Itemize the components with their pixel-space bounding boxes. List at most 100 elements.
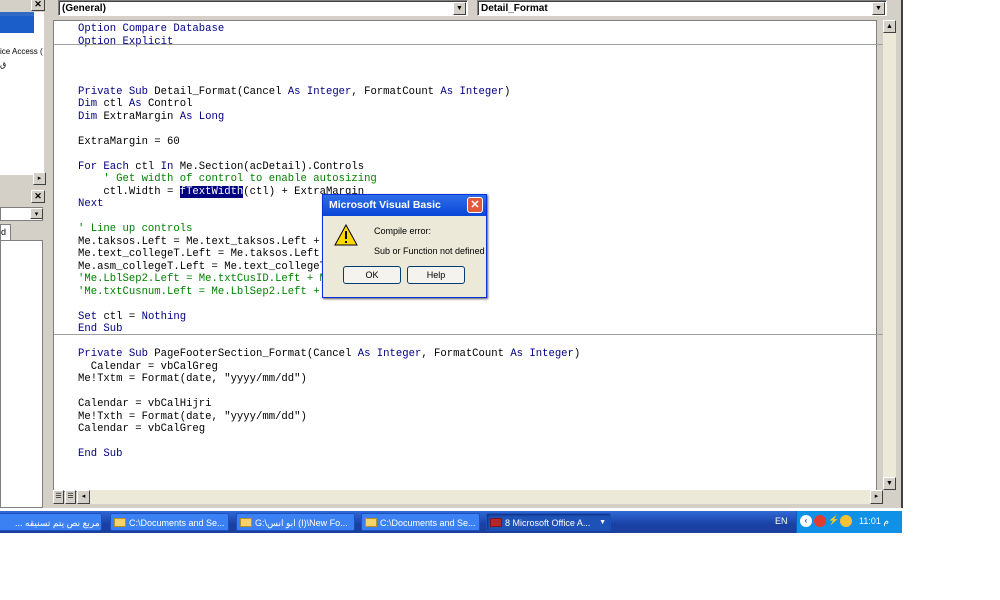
code-token: ctl [135,160,161,173]
procedure-separator [54,334,883,335]
code-token: ExtraMargin [103,110,180,123]
code-token: Next [78,198,104,210]
code-token: ExtraMargin = 60 [78,135,180,148]
code-token: ctl.Width = [78,185,180,198]
code-line[interactable]: Private Sub PageFooterSection_Format(Can… [78,348,580,361]
code-line[interactable]: Calendar = vbCalHijri [78,398,212,411]
code-line[interactable]: Me!Txth = Format(date, "yyyy/mm/dd") [78,411,307,424]
chevron-down-icon[interactable]: ▼ [872,2,885,15]
taskbar-item-access[interactable]: 8 Microsoft Office A... ▼ [486,513,611,531]
close-icon[interactable]: ✕ [31,0,45,11]
code-line[interactable]: Dim ctl As Control [78,98,192,111]
help-button[interactable]: Help [407,266,465,284]
back-arrow-icon[interactable]: ‹ [800,515,812,527]
code-token: Calendar = vbCalGreg [78,423,206,435]
code-token: Control [147,98,193,110]
code-line[interactable]: Calendar = vbCalGreg [78,423,205,436]
tree-item-office-access[interactable]: ice Access ( [0,47,43,56]
code-line[interactable]: Set ctl = Nothing [78,311,186,324]
code-token: Calendar = vbCalHijri [78,398,212,410]
code-line[interactable]: Me.taksos.Left = Me.text_taksos.Left + [78,236,320,249]
code-token: For Each [78,160,136,173]
code-token: 'Me.txtCusnum.Left = Me.LblSep2.Left + [78,285,320,298]
tab-alphabetic[interactable]: d [0,224,11,241]
code-token: Me.asm_collegeT.Left = Me.text_collegeT [78,260,326,273]
scroll-up-icon[interactable]: ▲ [883,20,896,33]
object-combo[interactable]: (General) ▼ [58,0,468,16]
code-token: Detail_Format(Cancel [154,85,288,98]
procedure-combo-value: Detail_Format [481,3,548,14]
scroll-right-icon[interactable]: ▸ [33,172,46,185]
chevron-down-icon[interactable]: ▾ [30,208,43,219]
code-token: Dim [78,98,104,110]
horizontal-scrollbar[interactable]: ◂ ▸ [77,490,883,504]
ok-button[interactable]: OK [343,266,401,284]
code-line[interactable]: Option Explicit [78,36,173,49]
warning-icon [334,224,358,246]
error-heading: Compile error: [374,226,432,236]
code-line[interactable]: Calendar = vbCalGreg [78,361,218,374]
code-token: 'Me.LblSep2.Left = Me.txtCusID.Left + M [78,273,326,285]
taskbar-item[interactable]: C:\Documents and Se... [361,513,480,531]
code-line[interactable]: For Each ctl In Me.Section(acDetail).Con… [78,161,364,174]
error-dialog: Microsoft Visual Basic ✕ Compile error: … [322,194,487,298]
security-icon[interactable] [814,515,826,527]
code-line[interactable]: ' Line up controls [78,223,192,236]
code-token: PageFooterSection_Format(Cancel [154,348,358,360]
code-token: Me.taksos.Left = Me.text_taksos.Left + [78,235,320,248]
scroll-right-icon[interactable]: ▸ [870,490,883,504]
close-icon[interactable]: ✕ [467,197,483,213]
access-icon [490,518,502,527]
code-token: Private Sub [78,348,155,360]
taskbar: ... مربع نص يتم تسنيقه C:\Documents and … [0,511,901,533]
code-token: ' Get width of control to enable autosiz… [78,173,377,185]
chevron-down-icon[interactable]: ▼ [599,514,606,530]
error-message: Sub or Function not defined [374,246,485,256]
code-line[interactable]: Dim ExtraMargin As Long [78,111,224,124]
code-line[interactable]: ExtraMargin = 60 [78,136,180,149]
scroll-left-icon[interactable]: ◂ [77,490,90,504]
tree-item-small[interactable]: ق [0,60,6,69]
code-token: Me!Txth = Format(date, "yyyy/mm/dd") [78,410,307,423]
code-line[interactable]: End Sub [78,448,123,461]
code-token: Set [78,310,104,323]
taskbar-item[interactable]: G:\ابو انس (I)\New Fo... [236,513,355,531]
taskbar-item[interactable]: ... مربع نص يتم تسنيقه [0,513,102,531]
code-line[interactable]: Me.text_collegeT.Left = Me.taksos.Left [78,248,320,261]
network-icon[interactable]: ⚡ [828,515,839,527]
code-token: Option Explicit [78,35,174,48]
scroll-down-icon[interactable]: ▼ [883,477,896,490]
code-line[interactable]: Me!Txtm = Format(date, "yyyy/mm/dd") [78,373,307,386]
selected-token: fTextWidth [179,185,244,198]
procedure-combo[interactable]: Detail_Format ▼ [477,0,887,16]
left-panel: ✕ ice Access ( ق ▸ ✕ ▾ d [0,0,47,508]
procedure-view-icon[interactable]: ☰ [53,490,64,504]
full-module-view-icon[interactable]: ☰ [65,490,76,504]
code-token: As Integer [440,85,504,98]
code-line[interactable]: 'Me.txtCusnum.Left = Me.LblSep2.Left + [78,286,320,299]
code-token: ctl [103,98,129,110]
system-tray: EN ‹ ⚡ 11:01 م [775,511,902,533]
code-token: Me!Txtm = Format(date, "yyyy/mm/dd") [78,373,307,385]
code-line[interactable]: Option Compare Database [78,23,224,36]
code-token: Me.text_collegeT.Left = Me.taksos.Left [78,248,320,260]
taskbar-item[interactable]: C:\Documents and Se... [110,513,229,531]
language-indicator[interactable]: EN [775,516,788,526]
code-line[interactable]: 'Me.LblSep2.Left = Me.txtCusID.Left + M [78,273,326,286]
code-token: Calendar = vbCalGreg [78,360,218,373]
folder-icon [114,518,126,527]
code-token: ctl = [103,310,142,323]
code-line[interactable]: ' Get width of control to enable autosiz… [78,173,377,186]
code-token: Me.Section(acDetail).Controls [179,160,365,173]
code-line[interactable]: Next [78,198,103,211]
volume-icon[interactable] [840,515,852,527]
code-token: As Long [179,110,225,123]
code-token: End Sub [78,448,123,460]
clock[interactable]: 11:01 م [859,516,889,527]
dialog-title: Microsoft Visual Basic [323,195,486,216]
code-line[interactable]: Private Sub Detail_Format(Cancel As Inte… [78,86,510,99]
code-token: Option Compare Database [78,23,225,35]
chevron-down-icon[interactable]: ▼ [453,2,466,15]
close-icon[interactable]: ✕ [31,190,45,203]
vertical-scrollbar[interactable]: ▲ ▼ [883,20,896,490]
